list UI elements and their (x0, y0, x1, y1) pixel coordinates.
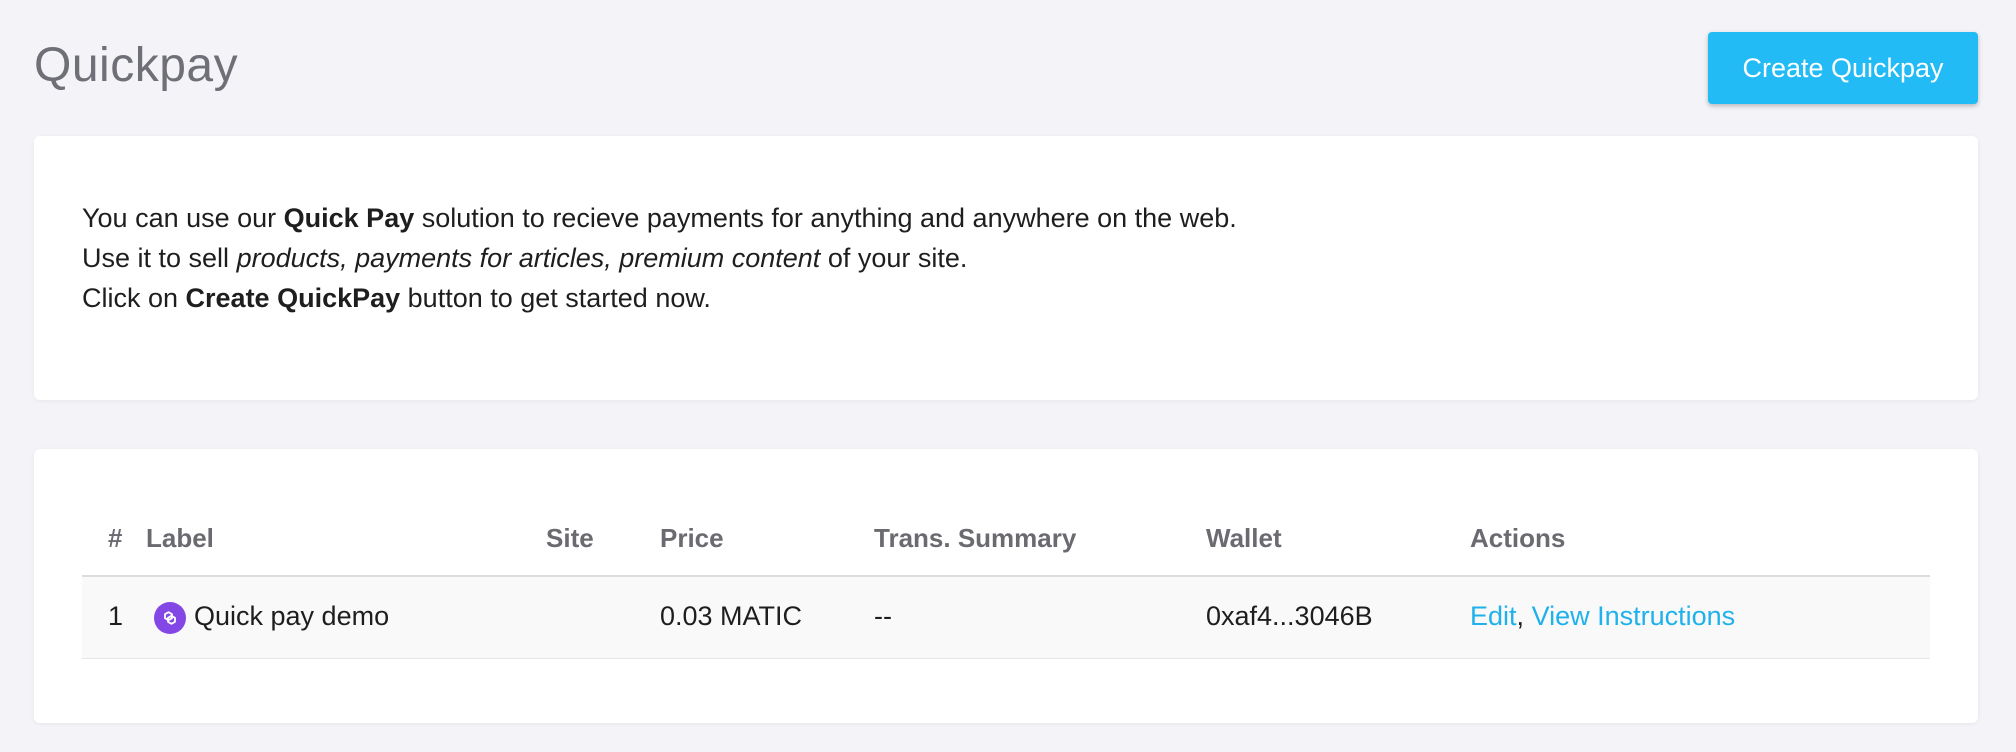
info-bold-create-quickpay: Create QuickPay (185, 283, 401, 313)
view-instructions-link[interactable]: View Instructions (1532, 601, 1736, 631)
quickpay-table-card: # Label Site Price Trans. Summary Wallet… (34, 449, 1978, 723)
actions-separator: , (1516, 601, 1525, 631)
column-header-number: # (108, 523, 123, 553)
info-line-3: Click on Create QuickPay button to get s… (82, 278, 1237, 318)
info-text-segment: button to get started now. (400, 283, 711, 313)
column-header-trans-summary: Trans. Summary (874, 523, 1077, 553)
info-line-2: Use it to sell products, payments for ar… (82, 238, 1237, 278)
info-text-segment: Click on (82, 283, 186, 313)
create-quickpay-button[interactable]: Create Quickpay (1708, 32, 1978, 104)
row-label: Quick pay demo (194, 601, 390, 631)
table-header: # Label Site Price Trans. Summary Wallet… (82, 509, 1930, 577)
info-card: You can use our Quick Pay solution to re… (34, 136, 1978, 400)
quickpay-table: # Label Site Price Trans. Summary Wallet… (82, 509, 1930, 659)
column-header-actions: Actions (1470, 523, 1566, 553)
row-price: 0.03 MATIC (660, 601, 803, 631)
info-text-segment: Use it to sell (82, 243, 237, 273)
info-text: You can use our Quick Pay solution to re… (82, 198, 1237, 318)
info-bold-quick-pay: Quick Pay (283, 203, 415, 233)
info-text-segment: You can use our (82, 203, 284, 233)
row-actions: Edit, View Instructions (1470, 601, 1735, 632)
row-trans-summary: -- (874, 601, 892, 631)
edit-link[interactable]: Edit (1470, 601, 1517, 631)
info-line-1: You can use our Quick Pay solution to re… (82, 198, 1237, 238)
column-header-site: Site (546, 523, 594, 553)
info-text-segment: of your site. (820, 243, 968, 273)
column-header-price: Price (660, 523, 724, 553)
page-title: Quickpay (34, 39, 239, 92)
info-italic-products: products, payments for articles, premium… (236, 243, 821, 273)
row-number: 1 (108, 601, 124, 631)
column-header-wallet: Wallet (1206, 523, 1282, 553)
column-header-label: Label (146, 523, 214, 553)
polygon-matic-icon (154, 602, 186, 634)
row-wallet: 0xaf4...3046B (1206, 601, 1373, 631)
table-row: 1 Quick pay demo 0.03 MATIC -- 0xaf4...3… (82, 577, 1930, 659)
info-text-segment: solution to recieve payments for anythin… (414, 203, 1237, 233)
